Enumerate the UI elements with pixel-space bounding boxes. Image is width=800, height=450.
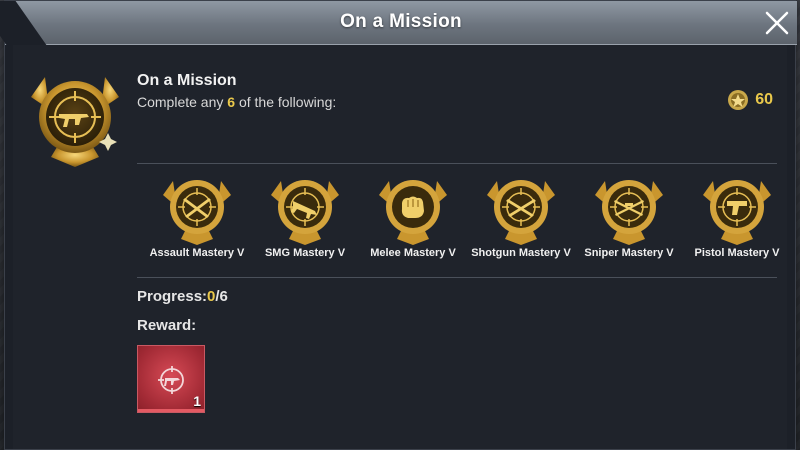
smg-medal-icon bbox=[23, 67, 127, 171]
reward-quantity: 1 bbox=[193, 393, 201, 409]
mission-dialog: On a Mission On a Mission Complete any 6… bbox=[0, 0, 797, 450]
title-bar: On a Mission bbox=[0, 1, 797, 45]
requirement-item[interactable]: Pistol Mastery V bbox=[683, 173, 791, 259]
reward-label: Reward: bbox=[137, 317, 197, 334]
progress-label: Progress: bbox=[137, 288, 208, 305]
requirement-label: Shotgun Mastery V bbox=[471, 247, 571, 259]
requirements-list: Assault Mastery V SMG Mastery V Melee Ma… bbox=[143, 173, 783, 269]
divider bbox=[137, 277, 777, 278]
requirement-label: Pistol Mastery V bbox=[694, 247, 780, 259]
requirement-item[interactable]: Assault Mastery V bbox=[143, 173, 251, 259]
requirement-item[interactable]: Shotgun Mastery V bbox=[467, 173, 575, 259]
sniper-medal-icon bbox=[595, 180, 663, 245]
points-value: 60 bbox=[755, 91, 773, 108]
requirement-label: Melee Mastery V bbox=[370, 247, 456, 259]
assault-rifle-medal-icon bbox=[163, 180, 231, 245]
divider bbox=[137, 163, 777, 164]
shotgun-medal-icon bbox=[487, 180, 555, 245]
mission-name: On a Mission bbox=[137, 72, 237, 89]
requirement-item[interactable]: SMG Mastery V bbox=[251, 173, 359, 259]
pistol-medal-icon bbox=[703, 180, 771, 245]
requirement-item[interactable]: Sniper Mastery V bbox=[575, 173, 683, 259]
progress-text: Progress:0/6 bbox=[137, 288, 228, 305]
mission-points: 60 bbox=[727, 89, 773, 111]
mission-description-prefix: Complete any bbox=[137, 94, 228, 110]
requirement-label: Sniper Mastery V bbox=[584, 247, 674, 259]
progress-total: /6 bbox=[215, 288, 228, 305]
reward-item[interactable]: 1 bbox=[137, 345, 205, 413]
gun-crosshair-reward-icon bbox=[158, 366, 184, 394]
mission-description: Complete any 6 of the following: bbox=[137, 94, 336, 110]
mission-required-count: 6 bbox=[227, 94, 236, 110]
requirement-label: Assault Mastery V bbox=[149, 247, 245, 259]
close-button[interactable] bbox=[761, 7, 793, 39]
smg-medal-icon bbox=[271, 180, 339, 245]
requirement-item[interactable]: Melee Mastery V bbox=[359, 173, 467, 259]
melee-fist-medal-icon bbox=[379, 180, 447, 245]
dialog-title: On a Mission bbox=[340, 11, 462, 32]
dialog-content: On a Mission Complete any 6 of the follo… bbox=[13, 45, 787, 449]
mission-description-suffix: of the following: bbox=[235, 94, 337, 110]
achievement-points-icon bbox=[728, 90, 749, 110]
close-icon bbox=[765, 11, 789, 35]
requirement-label: SMG Mastery V bbox=[264, 247, 346, 259]
